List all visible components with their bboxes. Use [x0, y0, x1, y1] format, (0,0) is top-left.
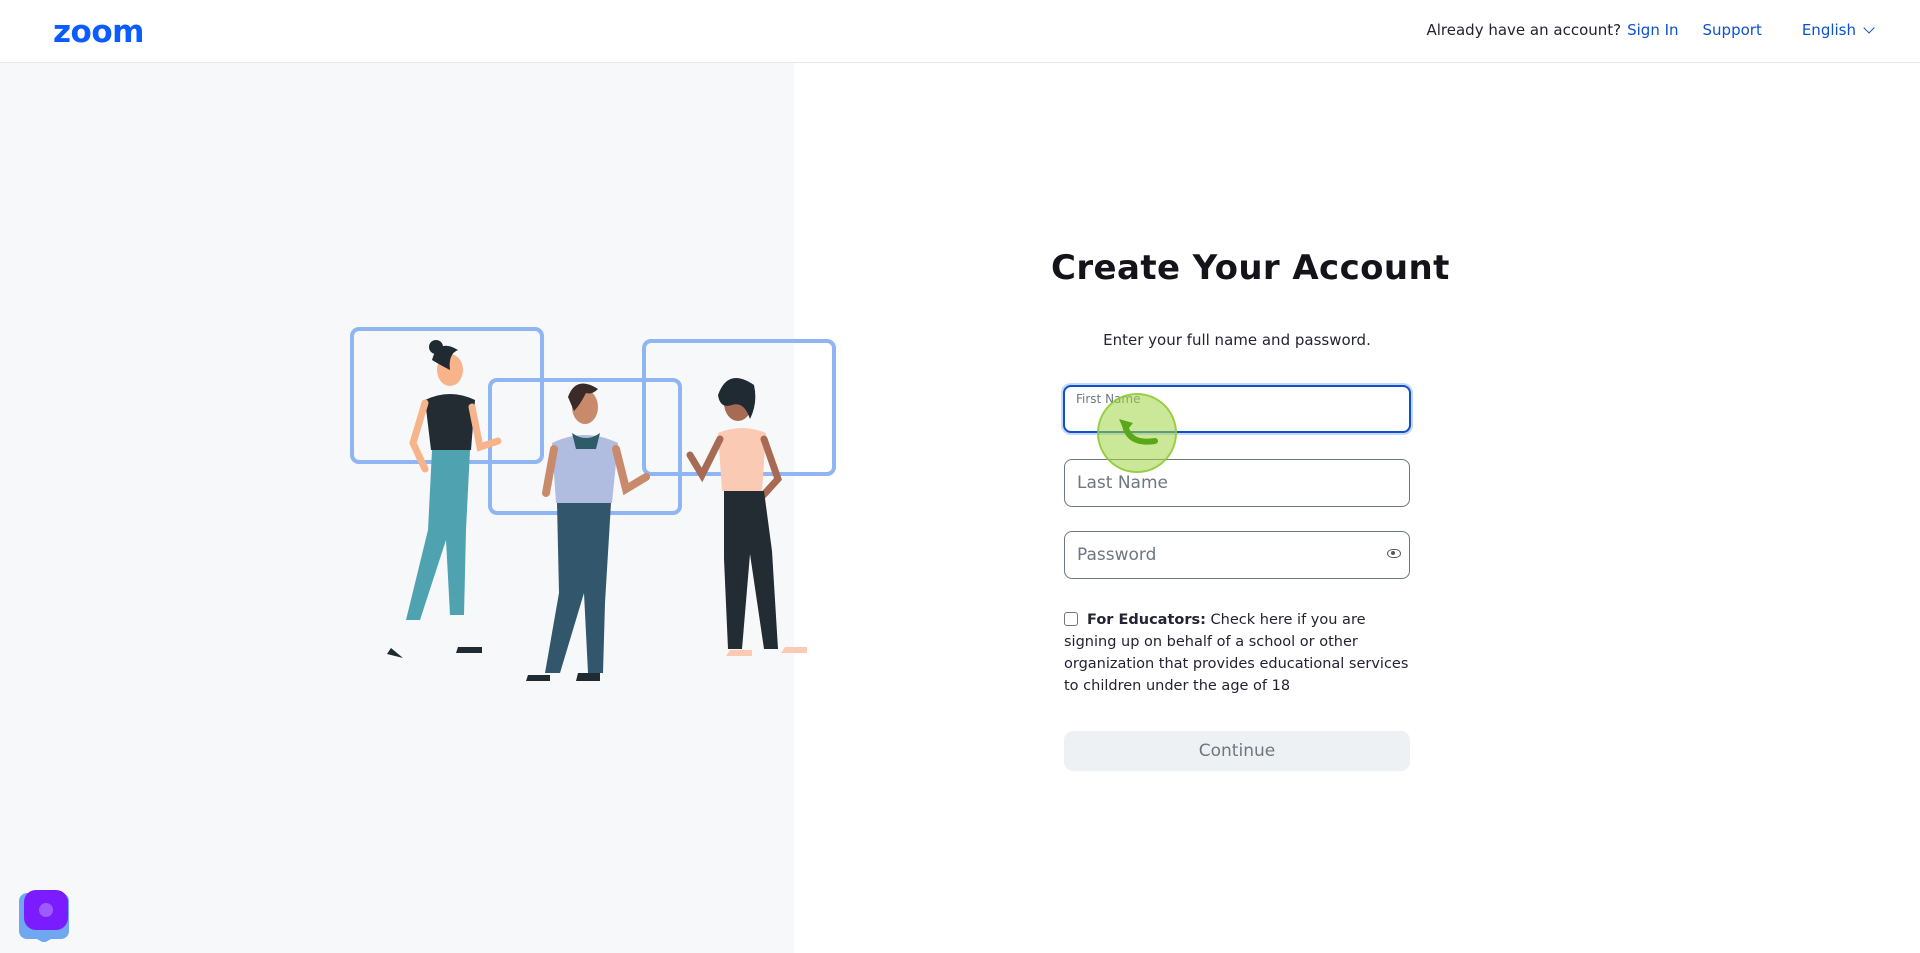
person-right [686, 377, 807, 656]
form-subtitle: Enter your full name and password. [1103, 331, 1371, 349]
educators-option: For Educators: Check here if you are sig… [1064, 609, 1410, 697]
password-field[interactable]: Password [1064, 531, 1410, 579]
header-nav: Already have an account? Sign In Support… [1426, 21, 1875, 39]
educators-bold-label: For Educators: [1087, 612, 1206, 628]
last-name-placeholder: Last Name [1077, 473, 1168, 493]
chat-widget-icon [19, 890, 69, 943]
continue-button[interactable]: Continue [1064, 731, 1410, 771]
cursor-arrow-icon [1119, 419, 1158, 445]
account-question-text: Already have an account? [1426, 21, 1622, 39]
people-illustration [350, 327, 836, 681]
click-indicator [1097, 393, 1177, 473]
chevron-down-icon [1863, 21, 1875, 34]
educators-checkbox[interactable] [1064, 612, 1078, 626]
zoom-logo[interactable]: zoom [53, 16, 144, 48]
language-label: English [1801, 21, 1856, 39]
page-title: Create Your Account [1051, 248, 1450, 288]
eye-icon[interactable] [1387, 549, 1401, 558]
person-left [387, 340, 502, 658]
top-header: zoom Already have an account? Sign In Su… [0, 0, 1920, 63]
support-link[interactable]: Support [1703, 21, 1762, 39]
language-selector[interactable]: English [1801, 21, 1875, 39]
password-placeholder: Password [1077, 545, 1157, 565]
sign-in-link[interactable]: Sign In [1627, 21, 1678, 39]
chat-widget[interactable] [19, 890, 69, 943]
